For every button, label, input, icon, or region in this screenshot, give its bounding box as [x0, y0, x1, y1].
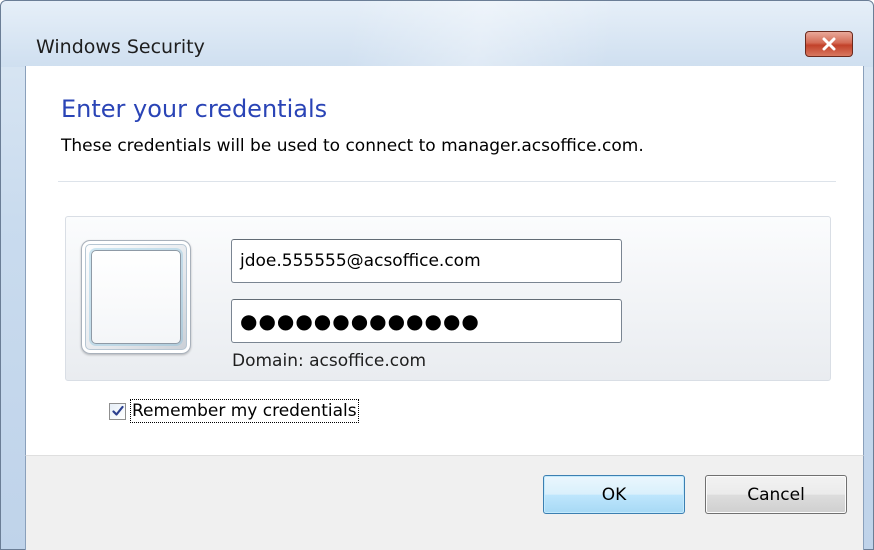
- remember-credentials-checkbox[interactable]: Remember my credentials: [109, 399, 359, 423]
- user-tile-frame: [91, 250, 181, 344]
- close-button[interactable]: [805, 31, 853, 57]
- domain-label: Domain: acsoffice.com: [232, 351, 427, 371]
- dialog-heading: Enter your credentials: [61, 95, 328, 123]
- username-field[interactable]: jdoe.555555@acsoffice.com: [231, 239, 622, 283]
- ok-button[interactable]: OK: [543, 475, 685, 514]
- dialog-footer: OK Cancel: [25, 455, 864, 550]
- window-title: Windows Security: [36, 36, 205, 58]
- checkmark-icon: [111, 405, 124, 416]
- dialog-description: These credentials will be used to connec…: [61, 136, 644, 156]
- credential-tile: jdoe.555555@acsoffice.com ●●●●●●●●●●●●● …: [65, 216, 831, 381]
- password-field[interactable]: ●●●●●●●●●●●●●: [231, 299, 622, 343]
- divider: [58, 181, 836, 182]
- cancel-button[interactable]: Cancel: [705, 475, 847, 514]
- password-mask: ●●●●●●●●●●●●●: [240, 309, 480, 333]
- close-icon: [822, 37, 836, 51]
- remember-credentials-label[interactable]: Remember my credentials: [130, 399, 359, 423]
- checkbox-box[interactable]: [109, 402, 126, 420]
- user-tile-icon: [81, 240, 191, 354]
- dialog-content: Enter your credentials These credentials…: [25, 66, 864, 455]
